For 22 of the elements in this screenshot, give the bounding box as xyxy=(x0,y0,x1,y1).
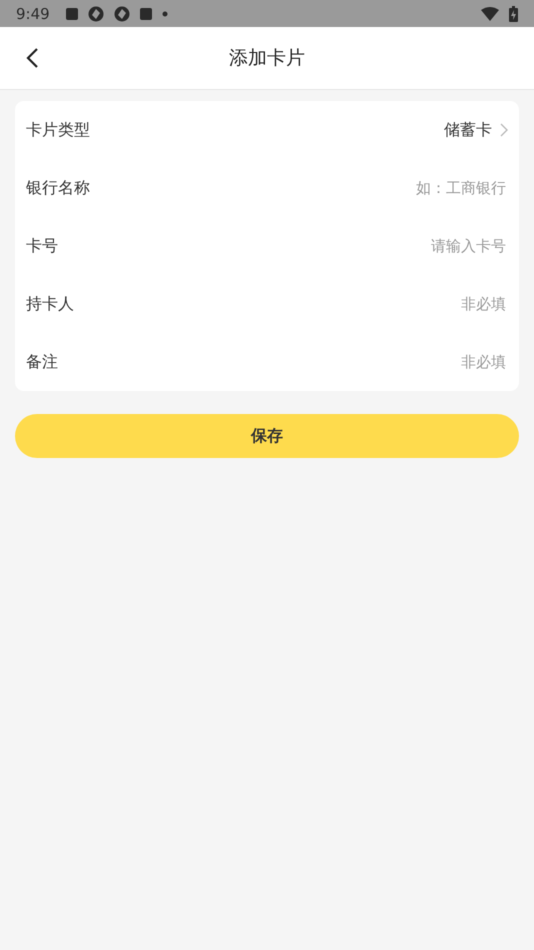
field-label: 持卡人 xyxy=(26,294,74,314)
input-field[interactable]: 如：工商银行 xyxy=(304,178,508,198)
aperture-icon xyxy=(88,6,104,22)
status-time: 9:49 xyxy=(16,4,50,22)
field-label: 卡号 xyxy=(26,236,58,256)
field-label: 备注 xyxy=(26,352,58,372)
field-label: 银行名称 xyxy=(26,178,90,198)
input-field[interactable]: 请输入卡号 xyxy=(304,236,508,256)
battery-icon xyxy=(509,6,518,22)
field-label: 卡片类型 xyxy=(26,120,90,140)
dot-icon xyxy=(162,10,168,16)
back-icon xyxy=(25,47,39,69)
card-type-value[interactable]: 储蓄卡 xyxy=(444,120,492,140)
wifi-icon xyxy=(481,6,499,20)
save-button[interactable]: 保存 xyxy=(15,414,519,458)
input-field[interactable]: 非必填 xyxy=(304,352,508,372)
input-field[interactable]: 非必填 xyxy=(304,294,508,314)
notification-icon xyxy=(66,8,78,20)
aperture-icon xyxy=(114,6,130,22)
notification-icon xyxy=(140,8,152,20)
page-title: 添加卡片 xyxy=(229,46,305,71)
chevron-icon xyxy=(500,123,508,137)
